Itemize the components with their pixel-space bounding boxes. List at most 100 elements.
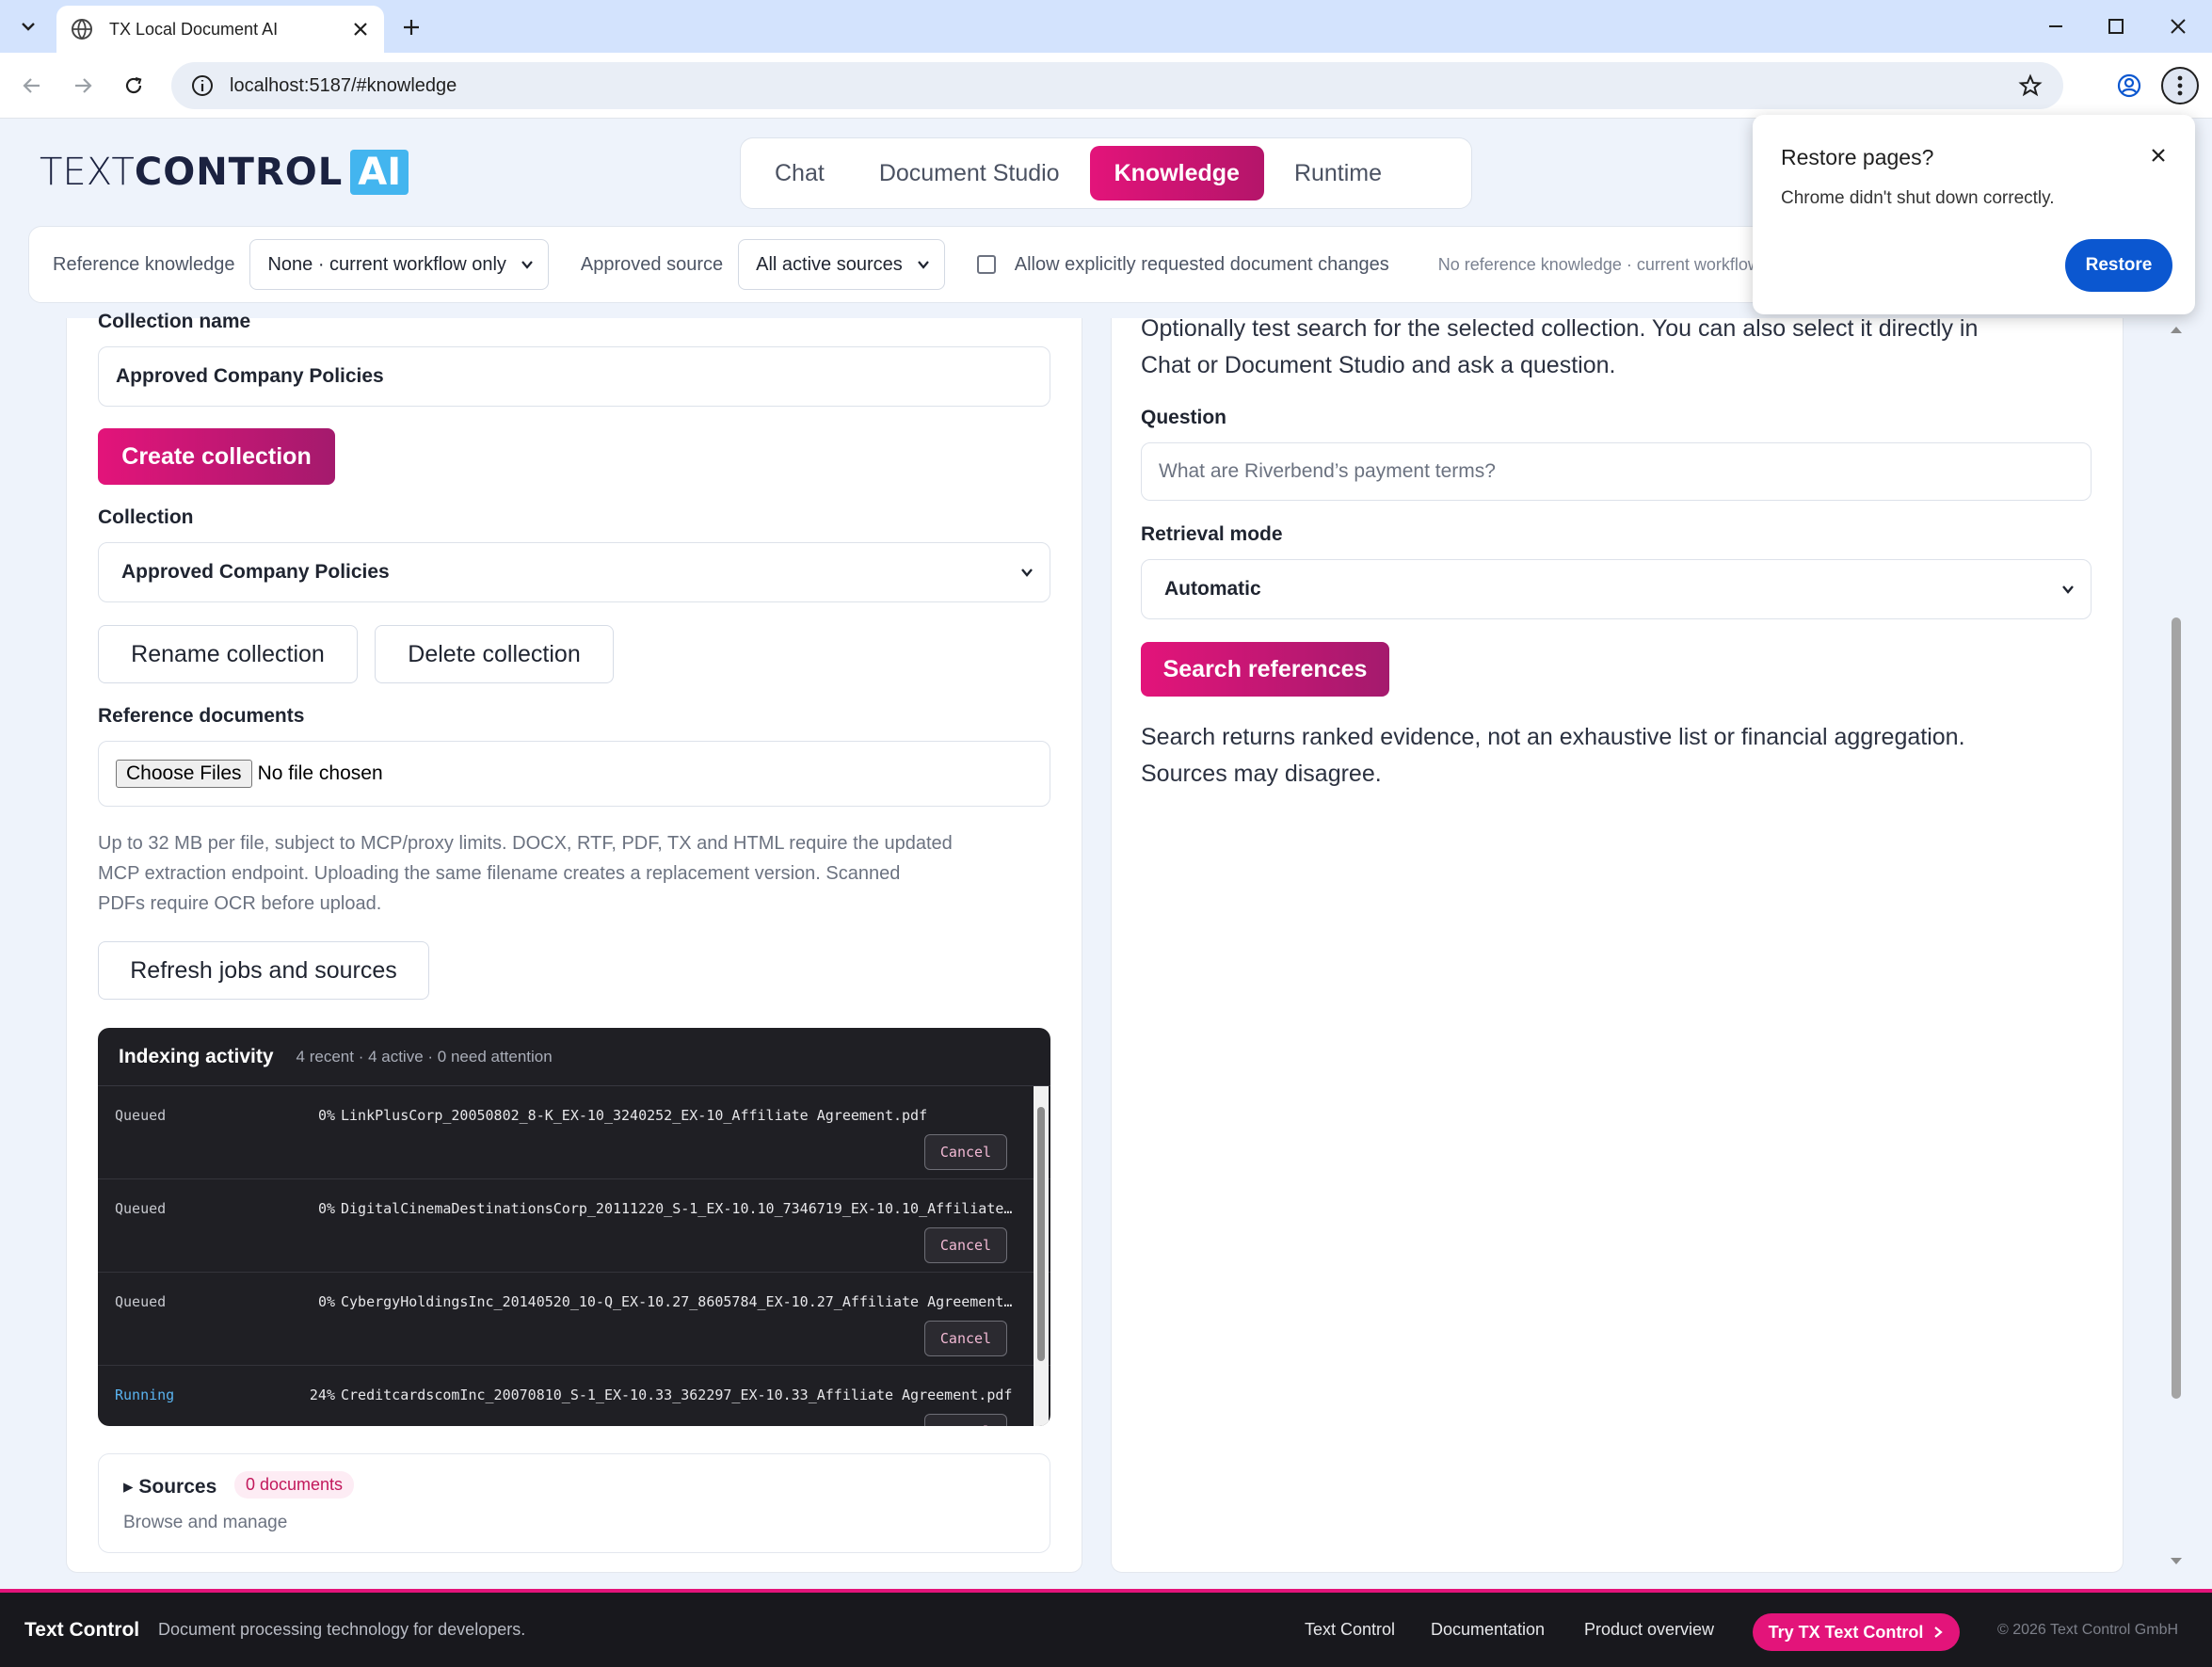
job-filename: DigitalCinemaDestinationsCorp_20111220_S…: [341, 1200, 1018, 1217]
job-progress: 0%: [317, 1107, 335, 1124]
activity-header: Indexing activity 4 recent · 4 active · …: [98, 1028, 1050, 1086]
search-note-line: Sources may disagree.: [1141, 761, 1382, 787]
collection-select[interactable]: Approved Company Policies: [98, 542, 1050, 602]
reload-icon: [125, 76, 142, 94]
rename-collection-button[interactable]: Rename collection: [98, 625, 358, 683]
upload-help-line: MCP extraction endpoint. Uploading the s…: [98, 863, 901, 884]
question-label: Question: [1141, 407, 1227, 428]
question-input[interactable]: What are Riverbend’s payment terms?: [1141, 442, 2092, 501]
job-status: Running: [115, 1386, 175, 1403]
delete-collection-button[interactable]: Delete collection: [375, 625, 614, 683]
disclosure-triangle-icon: ▸: [123, 1476, 139, 1498]
job-status: Queued: [115, 1107, 167, 1124]
activity-scrollbar-thumb[interactable]: [1037, 1107, 1045, 1361]
popup-text: Chrome didn't shut down correctly.: [1781, 188, 2055, 208]
choose-files-button[interactable]: Choose Files: [116, 760, 252, 788]
job-progress: 24%: [309, 1386, 335, 1403]
search-intro-line: Chat or Document Studio and ask a questi…: [1141, 352, 1616, 378]
allow-changes-checkbox[interactable]: [976, 255, 996, 274]
tab-knowledge[interactable]: Knowledge: [1089, 146, 1264, 200]
job-row: Queued 0% DigitalCinemaDestinationsCorp_…: [98, 1179, 1050, 1273]
cancel-job-button[interactable]: Cancel: [924, 1134, 1007, 1170]
sources-toggle[interactable]: ▸ Sources: [123, 1475, 216, 1499]
search-references-button[interactable]: Search references: [1141, 642, 1389, 697]
no-file-text: No file chosen: [257, 762, 383, 784]
chevron-down-icon: [2062, 585, 2074, 594]
browser-menu-button[interactable]: [2161, 67, 2199, 104]
restore-pages-popup: Restore pages? Chrome didn't shut down c…: [1753, 115, 2195, 314]
forward-button[interactable]: [66, 69, 100, 103]
collection-select-value: Approved Company Policies: [121, 561, 390, 583]
text-control-ai-logo[interactable]: TEXT CONTROL AI: [40, 149, 409, 196]
scroll-down-arrow-icon[interactable]: [2165, 1554, 2188, 1569]
retrieval-mode-select[interactable]: Automatic: [1141, 559, 2092, 619]
footer-link-product-overview[interactable]: Product overview: [1584, 1620, 1714, 1640]
popup-title: Restore pages?: [1781, 145, 1934, 169]
create-collection-button[interactable]: Create collection: [98, 428, 335, 485]
approved-source-select[interactable]: All active sources: [738, 239, 945, 290]
refresh-jobs-button[interactable]: Refresh jobs and sources: [98, 941, 429, 1000]
try-tx-text-control-button[interactable]: Try TX Text Control: [1753, 1613, 1960, 1651]
activity-title: Indexing activity: [119, 1045, 274, 1067]
browser-tab[interactable]: TX Local Document AI: [56, 6, 384, 53]
activity-list[interactable]: Queued 0% LinkPlusCorp_20050802_8-K_EX-1…: [98, 1086, 1050, 1426]
search-intro-text: Optionally test search for the selected …: [1141, 311, 1978, 384]
back-button[interactable]: [15, 69, 49, 103]
bookmark-star-icon[interactable]: [2018, 73, 2043, 98]
tab-runtime[interactable]: Runtime: [1270, 146, 1406, 200]
search-note-line: Search returns ranked evidence, not an e…: [1141, 724, 1965, 750]
allow-changes-label: Allow explicitly requested document chan…: [1014, 253, 1389, 275]
retrieval-mode-value: Automatic: [1164, 578, 1261, 600]
search-intro-line: Optionally test search for the selected …: [1141, 315, 1979, 342]
browser-toolbar: localhost:5187/#knowledge: [0, 53, 2212, 119]
restore-button[interactable]: Restore: [2065, 239, 2172, 292]
page-footer: Text Control Document processing technol…: [0, 1589, 2212, 1667]
new-tab-button[interactable]: [395, 11, 427, 43]
cancel-job-button[interactable]: Cancel: [924, 1321, 1007, 1356]
search-panel: [1111, 318, 2124, 1573]
close-tab-icon[interactable]: [350, 19, 371, 40]
tab-document-studio[interactable]: Document Studio: [855, 146, 1084, 200]
job-status: Queued: [115, 1200, 167, 1217]
profile-button[interactable]: [2110, 67, 2148, 104]
arrow-left-icon: [23, 78, 40, 93]
file-upload-field[interactable]: Choose Files No file chosen: [98, 741, 1050, 807]
approved-source-value: All active sources: [756, 253, 903, 275]
sources-section[interactable]: ▸ Sources 0 documents Browse and manage: [98, 1453, 1050, 1553]
tab-title: TX Local Document AI: [109, 19, 279, 39]
maximize-icon: [2108, 19, 2124, 34]
reference-knowledge-select[interactable]: None · current workflow only: [249, 239, 549, 290]
sources-subtitle: Browse and manage: [123, 1513, 288, 1532]
upload-help-line: Up to 32 MB per file, subject to MCP/pro…: [98, 833, 953, 854]
try-button-label: Try TX Text Control: [1768, 1622, 1924, 1642]
activity-scrollbar[interactable]: [1034, 1086, 1049, 1426]
page-scrollbar[interactable]: [2165, 318, 2188, 1573]
chevron-down-icon: [22, 23, 35, 31]
logo-ai-badge: AI: [350, 150, 409, 195]
maximize-button[interactable]: [2088, 8, 2144, 45]
footer-copyright: © 2026 Text Control GmbH: [1997, 1621, 2179, 1638]
info-icon[interactable]: [190, 73, 215, 98]
globe-icon: [72, 19, 92, 40]
chevron-down-icon: [521, 261, 533, 269]
chevron-down-icon: [1021, 569, 1033, 577]
page-scrollbar-thumb[interactable]: [2172, 617, 2181, 1399]
tab-search-button[interactable]: [11, 9, 45, 43]
more-vertical-icon: [2177, 75, 2183, 96]
close-window-button[interactable]: [2150, 8, 2206, 45]
address-bar[interactable]: localhost:5187/#knowledge: [171, 62, 2063, 109]
reload-button[interactable]: [117, 69, 151, 103]
tab-chat[interactable]: Chat: [750, 146, 849, 200]
minimize-button[interactable]: [2028, 8, 2084, 45]
upload-help-line: PDFs require OCR before upload.: [98, 893, 382, 914]
cancel-job-button[interactable]: Cancel: [924, 1227, 1007, 1263]
collection-name-input[interactable]: Approved Company Policies: [98, 346, 1050, 407]
arrow-right-icon: [75, 78, 92, 93]
close-icon[interactable]: [2146, 143, 2171, 168]
footer-brand[interactable]: Text Control: [24, 1619, 139, 1642]
scroll-up-arrow-icon[interactable]: [2165, 322, 2188, 337]
cancel-job-button[interactable]: Cancel: [924, 1414, 1007, 1426]
footer-link-documentation[interactable]: Documentation: [1431, 1620, 1545, 1640]
collection-name-label: Collection name: [98, 311, 251, 332]
footer-link-text-control[interactable]: Text Control: [1305, 1620, 1395, 1640]
